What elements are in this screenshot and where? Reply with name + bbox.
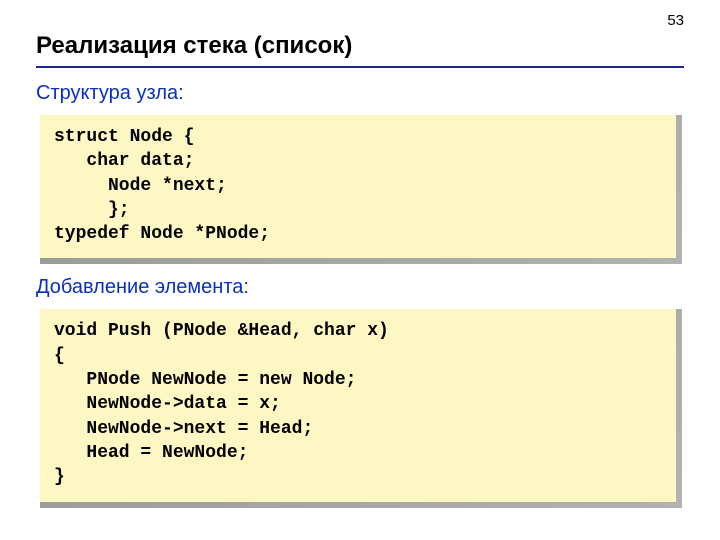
code-block-structure: struct Node { char data; Node *next; }; … xyxy=(40,115,676,258)
title-rule xyxy=(36,66,684,68)
code-block-wrapper-1: struct Node { char data; Node *next; }; … xyxy=(40,115,682,264)
page-title: Реализация стека (список) xyxy=(36,32,684,60)
page-number: 53 xyxy=(667,12,684,29)
code-block-push: void Push (PNode &Head, char x) { PNode … xyxy=(40,309,676,501)
section-heading-add-element: Добавление элемента: xyxy=(36,276,684,299)
section-heading-structure: Структура узла: xyxy=(36,82,684,105)
code-block-wrapper-2: void Push (PNode &Head, char x) { PNode … xyxy=(40,309,682,507)
